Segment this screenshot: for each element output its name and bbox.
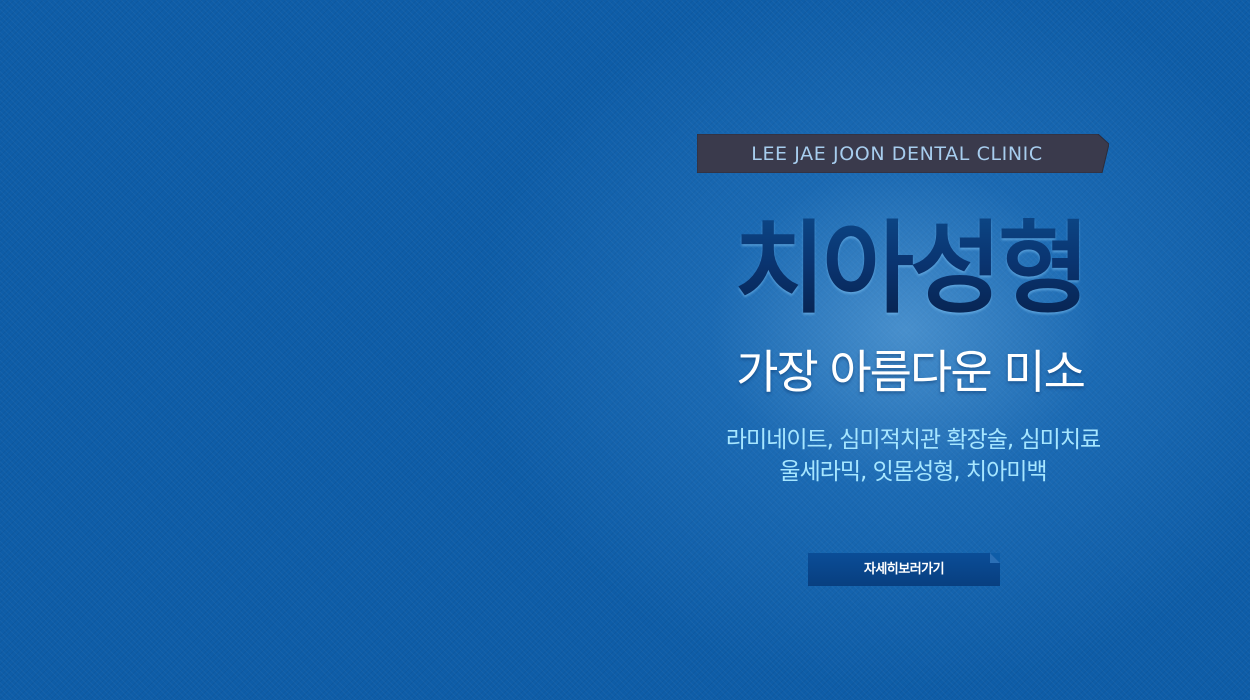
services-list: 라미네이트, 심미적치관 확장술, 심미치료 울세라믹, 잇몸성형, 치아미백 xyxy=(680,424,1146,488)
view-details-button[interactable]: 자세히보러가기 xyxy=(808,553,1000,586)
clinic-name-text: LEE JAE JOON DENTAL CLINIC xyxy=(751,143,1043,165)
services-line-2: 울세라믹, 잇몸성형, 치아미백 xyxy=(779,459,1047,485)
headline: 치아성형 xyxy=(690,204,1130,334)
view-details-label: 자세히보러가기 xyxy=(863,562,945,577)
clinic-name-ribbon: LEE JAE JOON DENTAL CLINIC xyxy=(697,134,1109,173)
subheadline: 가장 아름다운 미소 xyxy=(736,345,1086,399)
services-line-1: 라미네이트, 심미적치관 확장술, 심미치료 xyxy=(725,427,1101,453)
hero-banner: LEE JAE JOON DENTAL CLINIC 치아성형 가장 아름다운 … xyxy=(0,0,1250,700)
